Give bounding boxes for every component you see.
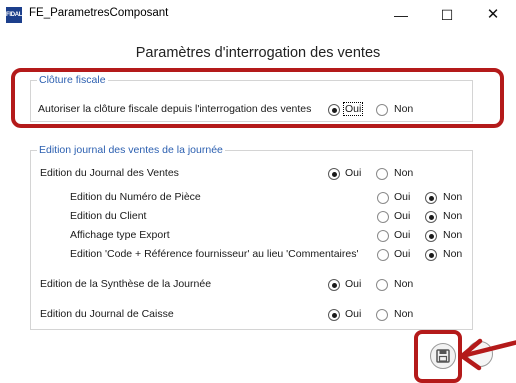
window-title: FE_ParametresComposant: [29, 7, 169, 19]
synthese-non-radio[interactable]: [376, 279, 388, 291]
export-non-label[interactable]: Non: [443, 229, 462, 241]
edition-numero-piece-label: Edition du Numéro de Pièce: [70, 191, 201, 203]
edition-client-label: Edition du Client: [70, 210, 147, 222]
export-non-radio[interactable]: [425, 230, 437, 242]
maximize-button[interactable]: ☐: [424, 0, 470, 30]
journal-ventes-oui-radio[interactable]: [328, 168, 340, 180]
code-reference-oui-label[interactable]: Oui: [394, 248, 410, 260]
numero-piece-oui-radio[interactable]: [377, 192, 389, 204]
journal-ventes-oui-label[interactable]: Oui: [345, 167, 361, 179]
title-bar: FIDAL FE_ParametresComposant — ☐ ✕: [0, 0, 516, 30]
numero-piece-non-label[interactable]: Non: [443, 191, 462, 203]
client-oui-radio[interactable]: [377, 211, 389, 223]
code-reference-non-radio[interactable]: [425, 249, 437, 261]
app-icon: FIDAL: [6, 7, 22, 23]
client-non-radio[interactable]: [425, 211, 437, 223]
close-window-button[interactable]: ✕: [470, 0, 516, 30]
synthese-non-label[interactable]: Non: [394, 278, 413, 290]
journal-caisse-oui-label[interactable]: Oui: [345, 308, 361, 320]
red-arrow-annotation: [459, 338, 516, 371]
numero-piece-non-radio[interactable]: [425, 192, 437, 204]
minimize-button[interactable]: —: [378, 0, 424, 30]
journal-ventes-non-label[interactable]: Non: [394, 167, 413, 179]
export-oui-radio[interactable]: [377, 230, 389, 242]
edition-journal-ventes-label: Edition du Journal des Ventes: [40, 167, 179, 179]
synthese-journee-label: Edition de la Synthèse de la Journée: [40, 278, 212, 290]
page-title: Paramètres d'interrogation des ventes: [135, 45, 381, 61]
client-oui-label[interactable]: Oui: [394, 210, 410, 222]
code-reference-oui-radio[interactable]: [377, 249, 389, 261]
highlight-box-cloture: [11, 68, 504, 128]
synthese-oui-label[interactable]: Oui: [345, 278, 361, 290]
code-reference-label: Edition 'Code + Référence fournisseur' a…: [70, 248, 359, 260]
journal-caisse-non-radio[interactable]: [376, 309, 388, 321]
journal-caisse-non-label[interactable]: Non: [394, 308, 413, 320]
journal-caisse-oui-radio[interactable]: [328, 309, 340, 321]
client-non-label[interactable]: Non: [443, 210, 462, 222]
affichage-export-label: Affichage type Export: [70, 229, 170, 241]
journal-caisse-label: Edition du Journal de Caisse: [40, 308, 174, 320]
synthese-oui-radio[interactable]: [328, 279, 340, 291]
journal-ventes-non-radio[interactable]: [376, 168, 388, 180]
numero-piece-oui-label[interactable]: Oui: [394, 191, 410, 203]
code-reference-non-label[interactable]: Non: [443, 248, 462, 260]
edition-journal-group-title: Edition journal des ventes de la journée: [37, 144, 225, 156]
export-oui-label[interactable]: Oui: [394, 229, 410, 241]
